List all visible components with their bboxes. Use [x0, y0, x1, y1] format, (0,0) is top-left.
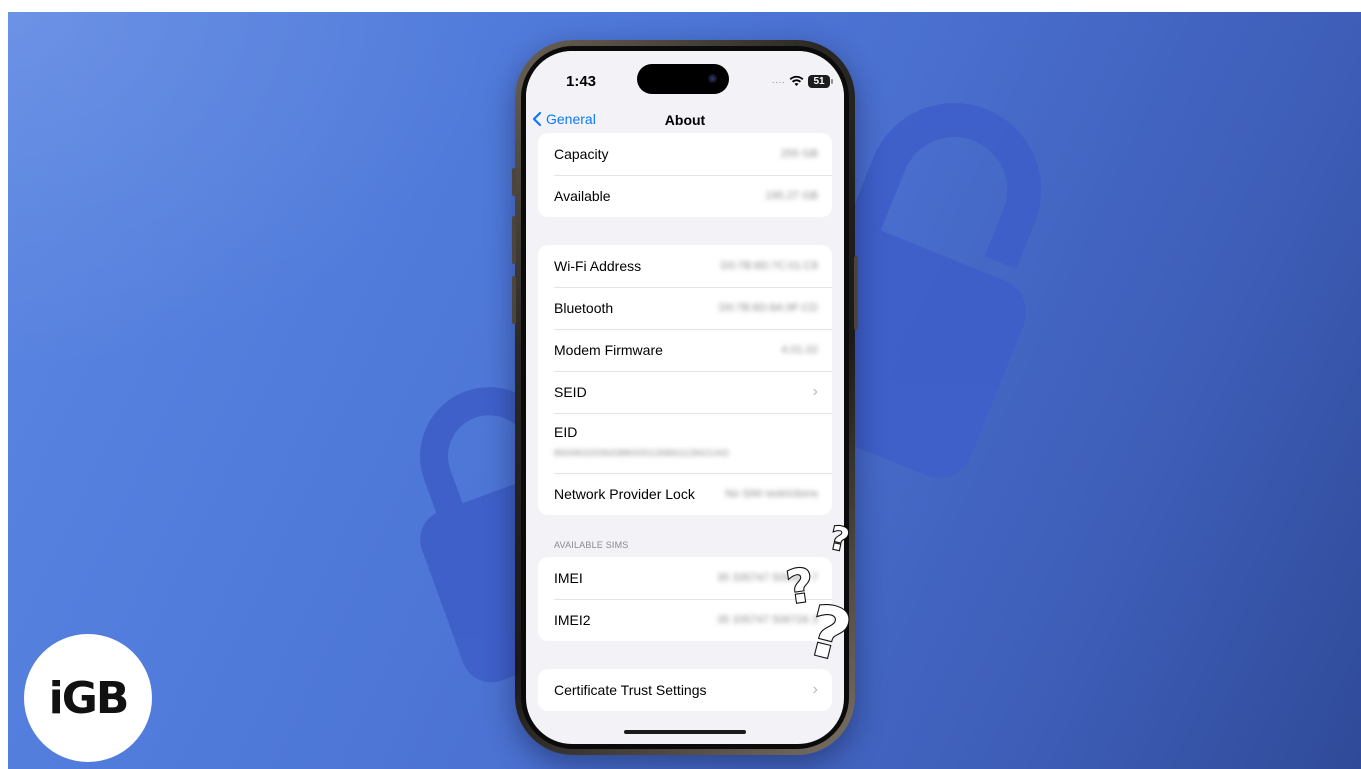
status-bar: 1:43 ···· 51 [526, 51, 844, 105]
list-item: Capacity 255 GB [538, 133, 832, 175]
row-value: No SIM restrictions [725, 488, 818, 500]
storage-group: Capacity 255 GB Available 195.27 GB [538, 133, 832, 217]
row-label: SEID [554, 384, 587, 400]
status-time: 1:43 [566, 73, 597, 90]
row-label: Available [554, 188, 611, 204]
svg-text:?: ? [783, 557, 817, 614]
chevron-right-icon: › [812, 681, 818, 698]
row-label: Network Provider Lock [554, 486, 695, 502]
igb-logo: iGB [24, 634, 152, 762]
row-label: Capacity [554, 146, 609, 162]
eid-row: EID 89049032006008800001268661128421443 [538, 413, 832, 473]
row-label: IMEI2 [554, 612, 591, 628]
volume-up-button [512, 216, 516, 264]
logo-text: iGB [48, 672, 130, 724]
section-header: AVAILABLE SIMS [554, 540, 629, 550]
certificate-trust-row[interactable]: Certificate Trust Settings › [538, 669, 832, 711]
row-value: 4.01.02 [781, 344, 818, 356]
list-item: Modem Firmware 4.01.02 [538, 329, 832, 371]
row-value: 89049032006008800001268661128421443 [554, 448, 729, 458]
dynamic-island [637, 64, 729, 94]
row-value: D0:7B:6D:8A:9F:CD [718, 302, 818, 314]
row-value: D0:7B:6D:7C:01:C8 [720, 260, 818, 272]
list-item: Network Provider Lock No SIM restriction… [538, 473, 832, 515]
volume-down-button [512, 276, 516, 324]
network-group: Wi-Fi Address D0:7B:6D:7C:01:C8 Bluetoot… [538, 245, 832, 515]
row-value: 255 GB [780, 148, 818, 160]
cellular-signal-icon: ···· [771, 77, 785, 88]
list-item: Available 195.27 GB [538, 175, 832, 217]
row-label: IMEI [554, 570, 583, 586]
row-label: Certificate Trust Settings [554, 682, 707, 698]
power-button [854, 256, 858, 330]
battery-icon: 51 [808, 74, 833, 88]
row-label: Modem Firmware [554, 342, 663, 358]
page-title: About [664, 112, 706, 128]
svg-text:?: ? [826, 518, 852, 559]
row-label: Wi-Fi Address [554, 258, 642, 274]
action-button [512, 168, 516, 196]
list-item: Wi-Fi Address D0:7B:6D:7C:01:C8 [538, 245, 832, 287]
question-marks-illustration: ? ? ? [782, 517, 860, 670]
camera-icon [708, 74, 717, 83]
list-item: Bluetooth D0:7B:6D:8A:9F:CD [538, 287, 832, 329]
chevron-right-icon: › [812, 383, 818, 400]
wifi-icon [789, 75, 804, 86]
trust-group: Certificate Trust Settings › [538, 669, 832, 711]
row-value: 195.27 GB [765, 190, 818, 202]
home-indicator [624, 730, 746, 734]
seid-row[interactable]: SEID › [538, 371, 832, 413]
row-label: EID [554, 424, 578, 440]
status-indicators: ···· 51 [771, 73, 833, 89]
row-label: Bluetooth [554, 300, 614, 316]
question-mark-icon: ? ? ? [782, 517, 860, 670]
